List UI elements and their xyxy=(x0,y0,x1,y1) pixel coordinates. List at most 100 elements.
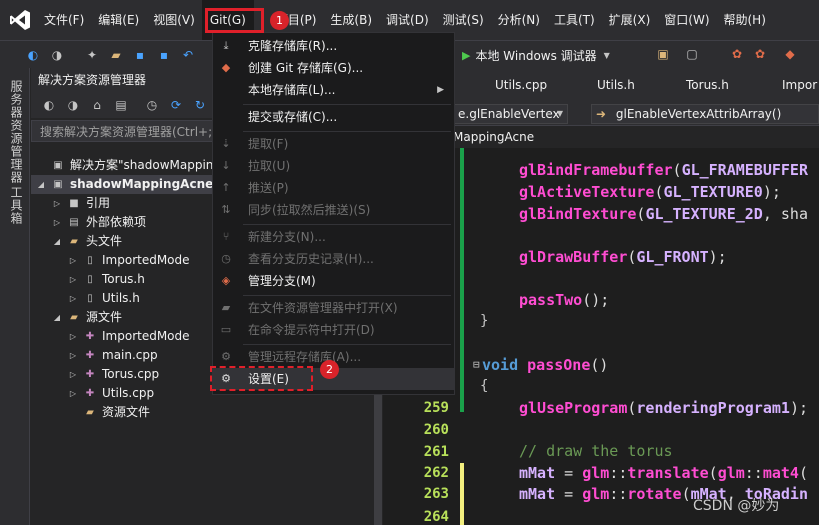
new-project-icon[interactable]: ✦ xyxy=(83,46,101,64)
tab-torus-h[interactable]: Torus.h xyxy=(686,78,729,92)
window-icon[interactable]: ▢ xyxy=(683,45,701,63)
header-file-icon: ▯ xyxy=(87,293,93,304)
menu-tools[interactable]: 工具(T) xyxy=(547,0,602,40)
tree-file[interactable]: ▷ ✚ Utils.cpp xyxy=(31,384,154,403)
menu-item-branch-history[interactable]: ◷ 查看分支历史记录(H)... xyxy=(213,248,454,270)
member-combo[interactable]: ➜ glEnableVertexAttribArray() xyxy=(591,104,819,124)
cpp-file-icon: ✚ xyxy=(85,331,95,342)
code-token: GL_TEXTURE_2D xyxy=(645,205,763,223)
code-line[interactable]: glUseProgram(renderingProgram1); xyxy=(519,399,808,417)
expand-icon[interactable]: ◢ xyxy=(35,175,47,194)
forward-icon[interactable]: ◑ xyxy=(64,96,82,114)
tree-item-label: shadowMappingAcne xyxy=(70,177,214,191)
toolbox-tab[interactable]: 工具箱 xyxy=(8,186,25,225)
code-line[interactable]: glDrawBuffer(GL_FRONT); xyxy=(519,248,727,266)
expand-icon[interactable]: ◢ xyxy=(51,232,63,251)
tree-file[interactable]: ▷ ✚ main.cpp xyxy=(31,346,158,365)
tree-file[interactable]: ▷ ▯ Utils.h xyxy=(31,289,140,308)
code-line[interactable]: glActiveTexture(GL_TEXTURE0); xyxy=(519,183,781,201)
menu-file[interactable]: 文件(F) xyxy=(40,0,91,40)
menu-item-clone-repository[interactable]: ⤓ 克隆存储库(R)... xyxy=(213,35,454,57)
start-debugging-button[interactable]: ▶ 本地 Windows 调试器 ▼ xyxy=(462,44,610,66)
menu-item-sync[interactable]: ⇅ 同步(拉取然后推送)(S) xyxy=(213,199,454,221)
code-line[interactable]: // draw the torus xyxy=(519,442,673,460)
undo-icon[interactable]: ↶ xyxy=(179,46,197,64)
menu-edit[interactable]: 编辑(E) xyxy=(91,0,146,40)
tree-references[interactable]: ▷ ■ 引用 xyxy=(31,194,110,213)
menu-window[interactable]: 窗口(W) xyxy=(657,0,716,40)
collapsed-icon[interactable]: ▷ xyxy=(67,384,79,403)
menu-item-local-repositories[interactable]: 本地存储库(L)... ▶ xyxy=(213,79,454,101)
collapsed-icon[interactable]: ▷ xyxy=(51,194,63,213)
tree-file[interactable]: ▷ ▯ ImportedMode xyxy=(31,251,190,270)
menu-extensions[interactable]: 扩展(X) xyxy=(602,0,658,40)
collapsed-icon[interactable]: ▷ xyxy=(51,213,63,232)
collapsed-icon[interactable]: ▷ xyxy=(67,251,79,270)
back-icon[interactable]: ◐ xyxy=(24,46,42,64)
visual-studio-logo-icon[interactable] xyxy=(0,0,40,40)
code-line[interactable]: passTwo(); xyxy=(519,291,609,309)
branch-icon: ⑂ xyxy=(222,230,230,243)
menu-item-label: 在命令提示符中打开(D) xyxy=(248,323,375,337)
code-line[interactable]: glBindTexture(GL_TEXTURE_2D, sha xyxy=(519,205,808,223)
tree-resource-files[interactable]: ▰ 资源文件 xyxy=(31,403,150,422)
menu-separator xyxy=(243,131,451,132)
menu-item-pull[interactable]: ↓ 拉取(U) xyxy=(213,155,454,177)
tool-icon[interactable]: ✿ xyxy=(751,45,769,63)
tab-utils-cpp[interactable]: Utils.cpp xyxy=(495,78,547,92)
menu-view[interactable]: 视图(V) xyxy=(146,0,202,40)
save-all-icon[interactable]: ▪ xyxy=(155,46,173,64)
code-token: ( xyxy=(798,464,808,482)
refresh-icon[interactable]: ↻ xyxy=(191,96,209,114)
sync-icon[interactable]: ⟳ xyxy=(167,96,185,114)
collapsed-icon[interactable]: ▷ xyxy=(67,365,79,384)
menu-analyze[interactable]: 分析(N) xyxy=(491,0,547,40)
tree-external-deps[interactable]: ▷ ▤ 外部依赖项 xyxy=(31,213,146,232)
menu-item-manage-branches[interactable]: ◈ 管理分支(M) xyxy=(213,270,454,292)
code-token: glm xyxy=(717,464,745,482)
menu-item-open-in-command-prompt[interactable]: ▭ 在命令提示符中打开(D) xyxy=(213,319,454,341)
menu-item-commit-or-stash[interactable]: 提交或存储(C)... xyxy=(213,106,454,128)
tree-file[interactable]: ▷ ▯ Torus.h xyxy=(31,270,145,289)
chevron-down-icon: ▼ xyxy=(556,109,563,118)
tab-utils-h[interactable]: Utils.h xyxy=(597,78,635,92)
tree-file[interactable]: ▷ ✚ ImportedMode xyxy=(31,327,190,346)
open-folder-icon[interactable]: ▰ xyxy=(107,46,125,64)
browse-icon[interactable]: ▣ xyxy=(654,45,672,63)
collapsed-icon[interactable]: ▷ xyxy=(67,270,79,289)
code-token: (); xyxy=(582,291,610,309)
save-icon[interactable]: ▪ xyxy=(131,46,149,64)
forward-icon[interactable]: ◑ xyxy=(48,46,66,64)
collapse-icon[interactable]: ⊟ xyxy=(473,358,480,371)
menu-item-fetch[interactable]: ⇣ 提取(F) xyxy=(213,133,454,155)
expand-icon[interactable]: ◢ xyxy=(51,308,63,327)
tree-source-files[interactable]: ◢ ▰ 源文件 xyxy=(31,308,122,327)
tree-item-label: main.cpp xyxy=(102,348,158,362)
folder-icon: ▰ xyxy=(70,236,78,247)
server-explorer-tab[interactable]: 服务器资源管理器 xyxy=(8,80,25,184)
history-icon[interactable]: ◷ xyxy=(143,96,161,114)
home-icon[interactable]: ⌂ xyxy=(88,96,106,114)
tree-header-files[interactable]: ◢ ▰ 头文件 xyxy=(31,232,122,251)
collapsed-icon[interactable]: ▷ xyxy=(67,346,79,365)
menu-help[interactable]: 帮助(H) xyxy=(717,0,773,40)
collapsed-icon[interactable]: ▷ xyxy=(67,289,79,308)
tree-file[interactable]: ▷ ✚ Torus.cpp xyxy=(31,365,159,384)
tree-item-label: 引用 xyxy=(86,196,111,210)
scope-combo[interactable]: e.glEnableVertex ▼ xyxy=(453,104,568,124)
hot-reload-icon[interactable]: ◆ xyxy=(781,45,799,63)
tree-item-label: ImportedMode xyxy=(102,329,190,343)
code-line[interactable]: void passOne() xyxy=(482,356,608,374)
tree-solution[interactable]: ▣ 解决方案"shadowMapping xyxy=(31,156,221,175)
menu-item-push[interactable]: ↑ 推送(P) xyxy=(213,177,454,199)
menu-item-open-in-explorer[interactable]: ▰ 在文件资源管理器中打开(X) xyxy=(213,297,454,319)
extension-icon[interactable]: ✿ xyxy=(728,45,746,63)
collapsed-icon[interactable]: ▷ xyxy=(67,327,79,346)
tab-imported[interactable]: Impor xyxy=(782,78,817,92)
menu-item-create-repository[interactable]: ◆ 创建 Git 存储库(G)... xyxy=(213,57,454,79)
back-icon[interactable]: ◐ xyxy=(40,96,58,114)
code-line[interactable]: mMat = glm::translate(glm::mat4( xyxy=(519,464,808,482)
menu-item-new-branch[interactable]: ⑂ 新建分支(N)... xyxy=(213,226,454,248)
switch-views-icon[interactable]: ▤ xyxy=(112,96,130,114)
code-line[interactable]: glBindFramebuffer(GL_FRAMEBUFFER xyxy=(519,161,808,179)
